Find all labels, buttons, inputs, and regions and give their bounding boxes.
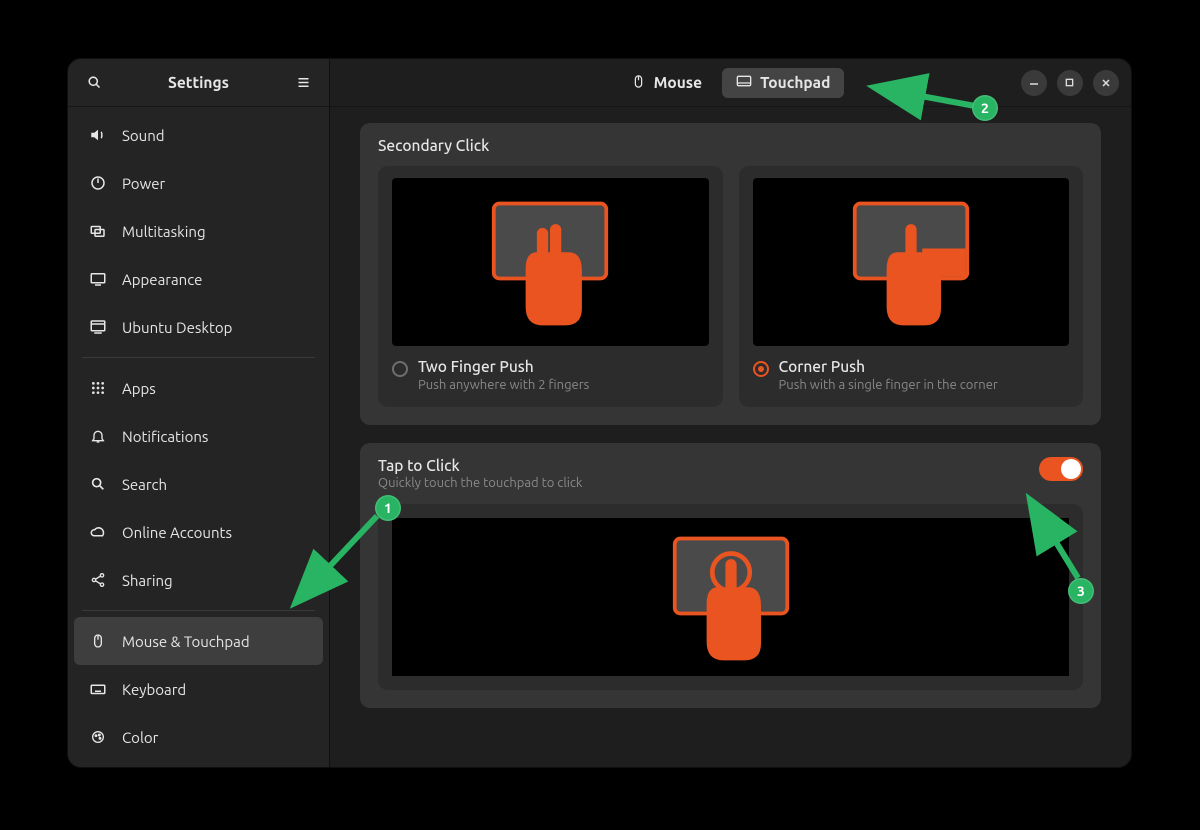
tap-to-click-switch[interactable]	[1039, 457, 1083, 481]
touchpad-icon	[736, 74, 752, 91]
tap-illustration-tile	[378, 504, 1083, 690]
bell-icon	[88, 428, 108, 444]
secondary-click-title: Secondary Click	[378, 137, 1083, 154]
speaker-icon	[88, 126, 108, 144]
sidebar-item-sound[interactable]: Sound	[74, 111, 323, 159]
sidebar-item-label: Mouse & Touchpad	[122, 633, 250, 650]
sidebar: Settings Sound Power	[68, 59, 330, 767]
sidebar-item-label: Ubuntu Desktop	[122, 319, 232, 336]
sidebar-item-label: Keyboard	[122, 681, 186, 698]
tab-label: Touchpad	[760, 74, 830, 91]
sidebar-separator	[82, 610, 315, 611]
content-scroll[interactable]: Secondary Click	[330, 107, 1131, 767]
sidebar-item-apps[interactable]: Apps	[74, 364, 323, 412]
appearance-icon	[88, 270, 108, 288]
color-icon	[88, 729, 108, 745]
sidebar-item-online-accounts[interactable]: Online Accounts	[74, 508, 323, 556]
cloud-icon	[88, 523, 108, 541]
sidebar-item-search[interactable]: Search	[74, 460, 323, 508]
sidebar-item-label: Sound	[122, 127, 165, 144]
sidebar-item-label: Appearance	[122, 271, 202, 288]
sidebar-item-label: Notifications	[122, 428, 208, 445]
headerbar: Mouse Touchpad	[330, 59, 1131, 107]
tab-switcher: Mouse Touchpad	[617, 68, 845, 98]
option-subtitle: Push anywhere with 2 fingers	[418, 378, 589, 392]
mouse-icon	[631, 74, 646, 92]
annotation-2: 2	[972, 95, 998, 121]
corner-push-illustration	[753, 178, 1070, 346]
desktop-icon	[88, 318, 108, 336]
radio-two-finger[interactable]	[392, 361, 408, 377]
sidebar-item-label: Color	[122, 729, 158, 746]
sidebar-item-label: Online Accounts	[122, 524, 232, 541]
annotation-3: 3	[1068, 578, 1094, 604]
maximize-button[interactable]	[1057, 70, 1083, 96]
sidebar-item-notifications[interactable]: Notifications	[74, 412, 323, 460]
sidebar-separator	[82, 357, 315, 358]
option-label: Two Finger Push	[418, 358, 589, 375]
tab-mouse[interactable]: Mouse	[617, 68, 716, 98]
content-area: Mouse Touchpad	[330, 59, 1131, 767]
secondary-click-card: Secondary Click	[360, 123, 1101, 425]
sidebar-item-appearance[interactable]: Appearance	[74, 255, 323, 303]
tab-label: Mouse	[654, 74, 702, 91]
sidebar-item-label: Power	[122, 175, 165, 192]
sidebar-item-label: Search	[122, 476, 167, 493]
tab-touchpad[interactable]: Touchpad	[722, 68, 844, 98]
share-icon	[88, 572, 108, 588]
settings-window: Settings Sound Power	[67, 58, 1132, 768]
search-icon	[88, 476, 108, 492]
radio-corner-push[interactable]	[753, 361, 769, 377]
tap-to-click-card: Tap to Click Quickly touch the touchpad …	[360, 443, 1101, 708]
sidebar-item-keyboard[interactable]: Keyboard	[74, 665, 323, 713]
close-button[interactable]	[1093, 70, 1119, 96]
sidebar-item-multitasking[interactable]: Multitasking	[74, 207, 323, 255]
window-controls	[1021, 70, 1125, 96]
sidebar-item-label: Multitasking	[122, 223, 206, 240]
search-icon[interactable]	[78, 67, 110, 99]
sidebar-item-power[interactable]: Power	[74, 159, 323, 207]
secondary-click-options: Two Finger Push Push anywhere with 2 fin…	[378, 166, 1083, 407]
apps-icon	[88, 380, 108, 396]
tap-to-click-title: Tap to Click	[378, 457, 583, 474]
option-two-finger-push[interactable]: Two Finger Push Push anywhere with 2 fin…	[378, 166, 723, 407]
sidebar-item-sharing[interactable]: Sharing	[74, 556, 323, 604]
multitask-icon	[88, 222, 108, 240]
option-label: Corner Push	[779, 358, 998, 375]
annotation-1: 1	[375, 495, 401, 521]
mouse-icon	[88, 633, 108, 649]
sidebar-list: Sound Power Multitasking Appearance	[68, 107, 329, 767]
sidebar-title: Settings	[110, 74, 287, 91]
tap-to-click-subtitle: Quickly touch the touchpad to click	[378, 476, 583, 490]
tap-illustration	[392, 518, 1069, 676]
sidebar-item-label: Sharing	[122, 572, 173, 589]
sidebar-header: Settings	[68, 59, 329, 107]
option-subtitle: Push with a single finger in the corner	[779, 378, 998, 392]
sidebar-item-ubuntu-desktop[interactable]: Ubuntu Desktop	[74, 303, 323, 351]
option-corner-push[interactable]: Corner Push Push with a single finger in…	[739, 166, 1084, 407]
sidebar-item-label: Apps	[122, 380, 156, 397]
sidebar-item-color[interactable]: Color	[74, 713, 323, 761]
two-finger-illustration	[392, 178, 709, 346]
power-icon	[88, 174, 108, 192]
sidebar-item-mouse-touchpad[interactable]: Mouse & Touchpad	[74, 617, 323, 665]
keyboard-icon	[88, 680, 108, 698]
hamburger-icon[interactable]	[287, 67, 319, 99]
minimize-button[interactable]	[1021, 70, 1047, 96]
